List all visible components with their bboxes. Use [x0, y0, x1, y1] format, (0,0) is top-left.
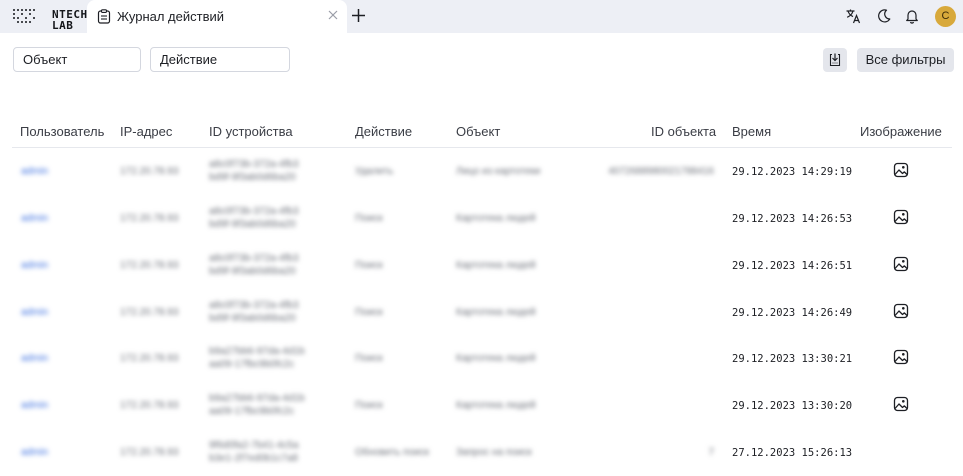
header-user[interactable]: Пользователь — [20, 124, 104, 139]
cell-time: 29.12.2023 14:29:19 — [732, 166, 853, 178]
header-device-id[interactable]: ID устройства — [209, 124, 293, 139]
bell-icon[interactable] — [904, 8, 920, 24]
table-row[interactable]: admin 172.20.78.93 b9a27bb6-97da-4d1b aa09-… — [12, 335, 952, 382]
cell-ip: 172.20.78.93 — [120, 166, 179, 177]
top-bar: NTECH LAB Журнал действий C — [0, 0, 963, 33]
table-row[interactable]: admin 172.20.78.93 a8c0f73b-372a-4fb3 bd9f-… — [12, 242, 952, 289]
cell-object: Картотека людей — [456, 400, 536, 411]
cell-device-id-line1: a8c0f73b-372a-4fb3 — [209, 206, 299, 217]
logo-text: NTECH LAB — [52, 9, 88, 31]
header-time[interactable]: Время — [732, 124, 771, 139]
cell-time: 29.12.2023 13:30:20 — [732, 400, 853, 412]
logo-line2: LAB — [52, 19, 74, 32]
header-object[interactable]: Объект — [456, 124, 500, 139]
header-action[interactable]: Действие — [355, 124, 412, 139]
cell-device-id-line2: bd9f-9f3ab0d6ba20 — [209, 313, 296, 324]
moon-icon[interactable] — [876, 8, 892, 24]
table-row[interactable]: admin 172.20.78.93 a8c0f73b-372a-4fb3 bd9f-… — [12, 289, 952, 336]
cell-ip: 172.20.78.93 — [120, 400, 179, 411]
cell-user-link[interactable]: admin — [21, 400, 48, 411]
cell-action: Удалить — [355, 166, 394, 177]
cell-device-id-line2: bd9f-9f3ab0d6ba20 — [209, 266, 296, 277]
cell-device-id-line1: b9a27bb6-97da-4d1b — [209, 346, 305, 357]
cell-time: 29.12.2023 14:26:53 — [732, 213, 853, 225]
image-icon[interactable] — [893, 396, 909, 412]
download-icon — [829, 53, 841, 67]
cell-device-id-line1: b9a27bb6-97da-4d1b — [209, 393, 305, 404]
ntech-lab-logo[interactable]: NTECH LAB — [12, 5, 87, 31]
cell-user-link[interactable]: admin — [21, 307, 48, 318]
cell-device-id-line2: aa09-17fbc9b0fc2c — [209, 359, 295, 370]
cell-action: Поиск — [355, 307, 383, 318]
cell-action: Поиск — [355, 400, 383, 411]
cell-user-link[interactable]: admin — [21, 447, 48, 458]
cell-object: Картотека людей — [456, 307, 536, 318]
cell-object-id: 4072688980021788416 — [608, 166, 714, 177]
cell-action: Поиск — [355, 353, 383, 364]
header-object-id[interactable]: ID объекта — [651, 124, 716, 139]
image-icon[interactable] — [893, 349, 909, 365]
download-button[interactable] — [823, 48, 847, 72]
cell-object: Запрос на поиск — [456, 447, 532, 458]
image-icon[interactable] — [893, 256, 909, 272]
table-row[interactable]: admin 172.20.78.93 a8c0f73b-372a-4fb3 bd9f-… — [12, 195, 952, 242]
header-image[interactable]: Изображение — [860, 124, 942, 139]
plus-icon[interactable] — [350, 7, 367, 24]
translate-icon[interactable] — [845, 8, 861, 24]
table-row[interactable]: admin 172.20.78.93 b9a27bb6-97da-4d1b aa09-… — [12, 382, 952, 429]
cell-time: 29.12.2023 14:26:49 — [732, 307, 853, 319]
cell-device-id-line2: aa09-17fbc9b0fc2c — [209, 406, 295, 417]
cell-device-id-line2: b3e1-2f7ed0b1c7a8 — [209, 453, 298, 464]
cell-action: Поиск — [355, 260, 383, 271]
action-filter[interactable]: Действие — [150, 47, 290, 72]
cell-device-id-line1: a8c0f73b-372a-4fb3 — [209, 159, 299, 170]
cell-device-id-line2: bd9f-9f3ab0d6ba20 — [209, 172, 296, 183]
cell-device-id-line2: bd9f-9f3ab0d6ba20 — [209, 219, 296, 230]
cell-device-id-line1: 9f6d0fa2-7b41-4c5a — [209, 440, 299, 451]
cell-ip: 172.20.78.93 — [120, 307, 179, 318]
cell-object: Картотека людей — [456, 353, 536, 364]
image-icon[interactable] — [893, 162, 909, 178]
logo-dots-icon — [13, 9, 35, 23]
cell-device-id-line1: a8c0f73b-372a-4fb3 — [209, 300, 299, 311]
avatar[interactable]: C — [935, 6, 956, 27]
cell-time: 27.12.2023 15:26:13 — [732, 447, 853, 459]
cell-object: Картотека людей — [456, 213, 536, 224]
close-icon[interactable] — [327, 9, 339, 21]
image-icon[interactable] — [893, 303, 909, 319]
cell-ip: 172.20.78.93 — [120, 447, 179, 458]
cell-action: Поиск — [355, 213, 383, 224]
cell-time: 29.12.2023 14:26:51 — [732, 260, 853, 272]
cell-object-id: 7 — [708, 447, 714, 458]
clipboard-icon — [97, 9, 111, 24]
object-filter[interactable]: Объект — [13, 47, 141, 72]
cell-ip: 172.20.78.93 — [120, 353, 179, 364]
cell-object: Лицо из картотеки — [456, 166, 541, 177]
all-filters-button[interactable]: Все фильтры — [857, 48, 954, 72]
cell-ip: 172.20.78.93 — [120, 260, 179, 271]
cell-action: Обновить поиск — [355, 447, 429, 458]
cell-device-id-line1: a8c0f73b-372a-4fb3 — [209, 253, 299, 264]
tab-title: Журнал действий — [117, 9, 225, 24]
cell-user-link[interactable]: admin — [21, 260, 48, 271]
cell-user-link[interactable]: admin — [21, 166, 48, 177]
cell-user-link[interactable]: admin — [21, 213, 48, 224]
cell-ip: 172.20.78.93 — [120, 213, 179, 224]
table-row[interactable]: admin 172.20.78.93 a8c0f73b-372a-4fb3 bd9f-… — [12, 148, 952, 195]
header-ip[interactable]: IP-адрес — [120, 124, 172, 139]
cell-object: Картотека людей — [456, 260, 536, 271]
image-icon[interactable] — [893, 209, 909, 225]
cell-user-link[interactable]: admin — [21, 353, 48, 364]
cell-time: 29.12.2023 13:30:21 — [732, 353, 853, 365]
tab-action-log[interactable]: Журнал действий — [87, 0, 347, 33]
